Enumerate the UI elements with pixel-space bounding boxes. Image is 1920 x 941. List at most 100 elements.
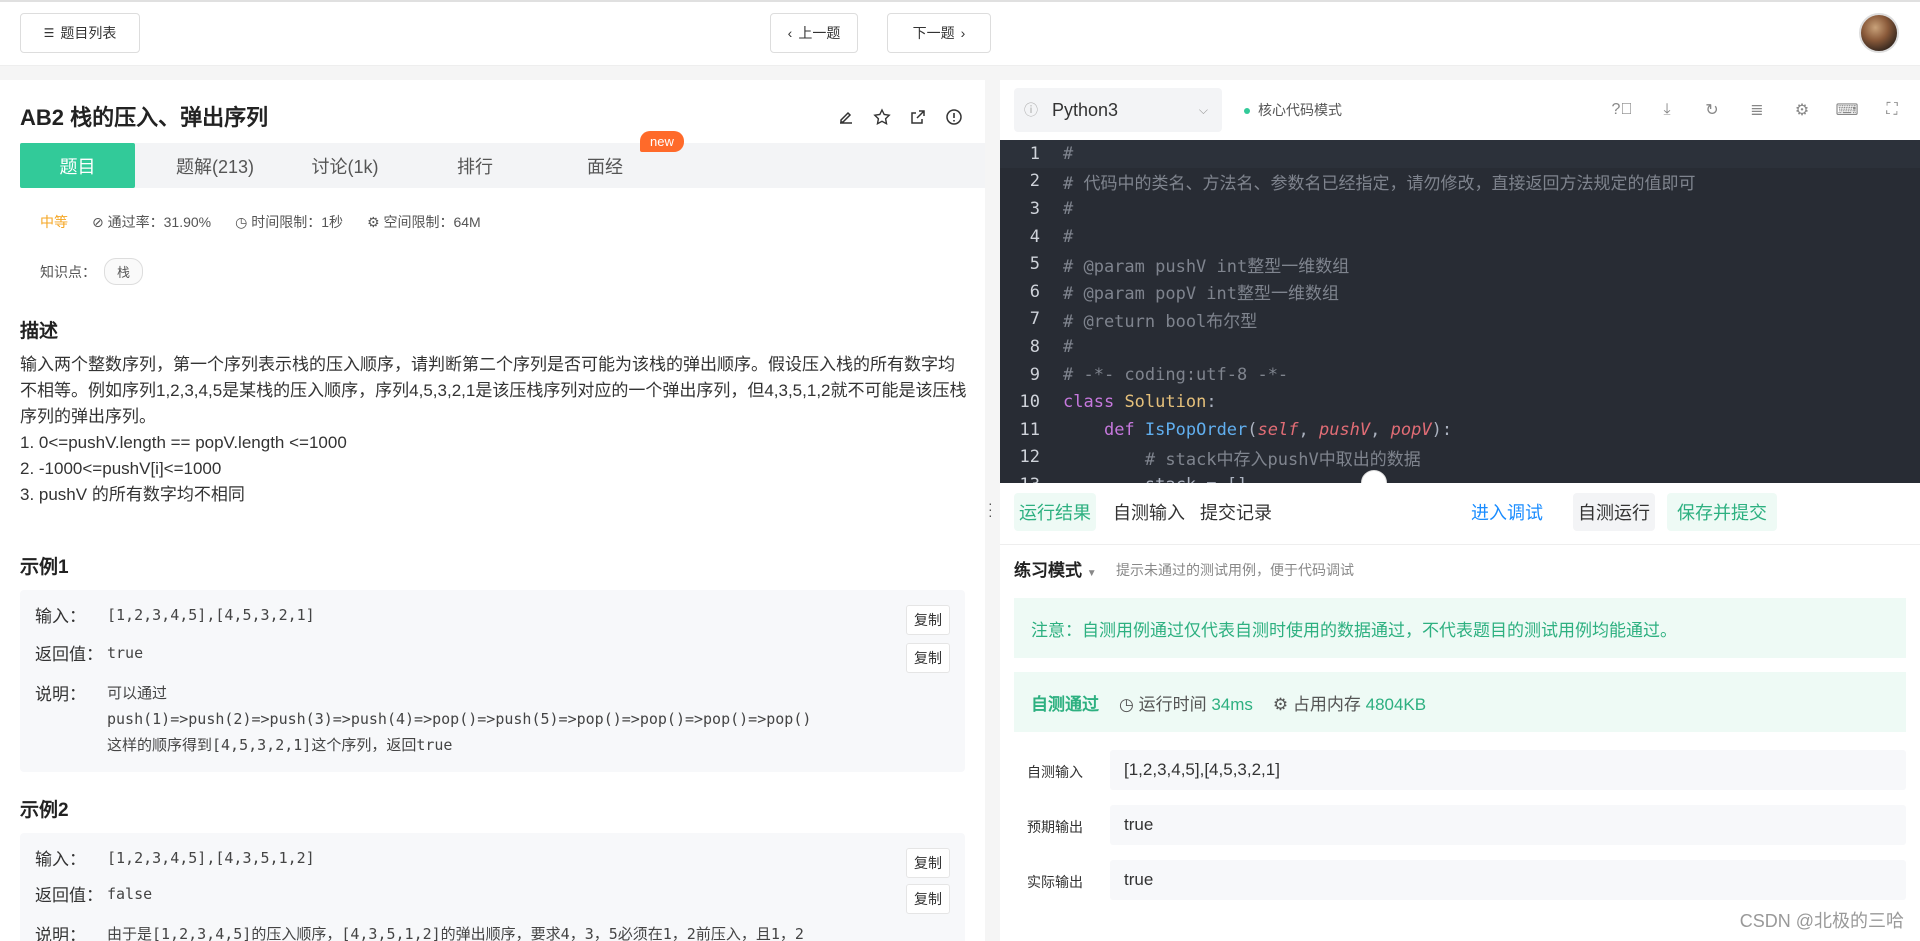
practice-hint: 提示未通过的测试用例，便于代码调试 (1116, 562, 1354, 578)
problem-meta: 中等 ⊘ 通过率：31.90% ◷ 时间限制：1秒 ⚙ 空间限制：64M (40, 212, 481, 232)
tab-self-input[interactable]: 自测输入 (1106, 493, 1192, 531)
clock-icon: ◷ (1119, 694, 1134, 714)
next-problem-button[interactable]: 下一题 › (887, 13, 991, 53)
gear-icon[interactable]: ⚙ (1790, 98, 1814, 122)
example1-return-row: 返回值： true (35, 640, 143, 666)
share-icon[interactable] (907, 106, 929, 128)
line-number: 6 (1029, 281, 1040, 302)
keyword: def (1103, 419, 1135, 440)
keyword: class (1063, 392, 1115, 413)
code-text: # (1063, 198, 1074, 219)
example2-input-row: 输入： [1,2,3,4,5],[4,3,5,1,2] (35, 845, 315, 871)
chip-icon: ⚙ (367, 214, 380, 230)
line-number: 5 (1029, 254, 1040, 275)
copy-button[interactable]: 复制 (906, 643, 950, 673)
example2-input: [1,2,3,4,5],[4,3,5,1,2] (107, 849, 315, 867)
runtime-value: 34ms (1211, 694, 1253, 714)
star-icon[interactable] (871, 106, 893, 128)
knowledge-tag[interactable]: 栈 (104, 258, 144, 285)
example2-return-row: 返回值： false (35, 881, 152, 907)
self-input-value: [1,2,3,4,5],[4,5,3,2,1] (1110, 750, 1906, 790)
debug-button[interactable]: 进入调试 (1452, 493, 1562, 531)
reset-icon[interactable]: ↻ (1700, 98, 1724, 122)
memory-value: 4804KB (1365, 694, 1427, 714)
input-label: 输入： (35, 850, 86, 869)
copy-button[interactable]: 复制 (906, 848, 950, 878)
time-limit-text: 时间限制：1秒 (251, 214, 344, 230)
prev-problem-button[interactable]: ‹ 上一题 (770, 13, 858, 53)
code-text: # @return bool布尔型 (1063, 311, 1258, 332)
editor-header: ⓘ Python3 ⌵ 核心代码模式 ?⃝ ⤓ ↻ ≣ ⚙ ⌨ ⛶ (1000, 80, 1920, 140)
code-text: # (1063, 143, 1074, 164)
copy-button[interactable]: 复制 (906, 884, 950, 914)
tab-ranking[interactable]: 排行 (410, 143, 540, 188)
format-icon[interactable]: ≣ (1745, 98, 1769, 122)
tab-solutions[interactable]: 题解(213) (150, 143, 280, 188)
memory: ⚙ 占用内存 4804KB (1273, 690, 1426, 715)
function-name: IsPopOrder (1144, 419, 1248, 440)
result-tabs: 运行结果 自测输入 提交记录 进入调试 自测运行 保存并提交 (1000, 483, 1920, 545)
code-line: 1 # (1000, 140, 1920, 168)
practice-mode[interactable]: 练习模式 ▼ (1014, 556, 1097, 581)
tab-submissions[interactable]: 提交记录 (1192, 493, 1280, 531)
top-bar: ☰ 题目列表 ‹ 上一题 下一题 › (0, 0, 1920, 66)
result-banner: 自测通过 ◷ 运行时间 34ms ⚙ 占用内存 4804KB (1014, 672, 1906, 732)
punct: ): (1431, 419, 1453, 440)
tab-discussion[interactable]: 讨论(1k) (280, 143, 410, 188)
example1-input-row: 输入： [1,2,3,4,5],[4,5,3,2,1] (35, 602, 315, 628)
code-line: 12 # stack中存入pushV中取出的数据 (1000, 444, 1920, 472)
code-editor[interactable]: 1 # 2 # 代码中的类名、方法名、参数名已经指定，请勿修改，直接返回方法规定的值… (1000, 140, 1920, 483)
code-line: 11 def IsPopOrder(self, pushV, popV): (1000, 416, 1920, 444)
tab-problem[interactable]: 题目 (20, 143, 135, 188)
download-icon[interactable]: ⤓ (1655, 98, 1679, 122)
info-icon[interactable] (943, 106, 965, 128)
help-icon[interactable]: ?⃝ (1610, 98, 1634, 122)
example2-box: 输入： [1,2,3,4,5],[4,3,5,1,2] 复制 返回值： fals… (20, 833, 965, 941)
space-limit-text: 空间限制：64M (383, 214, 481, 230)
param: pushV (1318, 419, 1371, 440)
line-number: 4 (1029, 226, 1040, 247)
code-line: 7 # @return bool布尔型 (1000, 306, 1920, 334)
submit-button[interactable]: 保存并提交 (1667, 493, 1777, 531)
code-line: 13 stack = [] (1000, 471, 1920, 483)
constraint-1: 1. 0<=pushV.length == popV.length <=1000 (20, 433, 347, 452)
punct: , (1370, 419, 1391, 440)
title-actions (835, 106, 965, 128)
drag-handle-icon[interactable]: · · · (988, 496, 993, 522)
description-paragraph: 输入两个整数序列，第一个序列表示栈的压入顺序，请判断第二个序列是否可能为该栈的弹… (20, 355, 967, 426)
code-text: # -*- coding:utf-8 -*- (1063, 364, 1289, 385)
list-icon: ☰ (43, 26, 55, 40)
copy-button[interactable]: 复制 (906, 605, 950, 635)
explain-label: 说明： (35, 926, 86, 941)
line-number: 2 (1029, 171, 1040, 192)
example2-return: false (107, 885, 153, 903)
explain-line: 可以通过 (107, 684, 168, 702)
memory-label: 占用内存 (1292, 694, 1361, 714)
prev-label: 上一题 (798, 25, 841, 41)
chevron-right-icon: › (960, 25, 966, 41)
code-mode: 核心代码模式 (1244, 100, 1342, 120)
code-line: 9 # -*- coding:utf-8 -*- (1000, 361, 1920, 389)
problem-list-button[interactable]: ☰ 题目列表 (20, 13, 140, 53)
line-number: 1 (1029, 143, 1040, 164)
edit-icon[interactable] (835, 106, 857, 128)
new-badge: new (640, 131, 684, 152)
notice-banner: 注意：自测用例通过仅代表自测时使用的数据通过，不代表题目的测试用例均能通过。 (1014, 598, 1906, 658)
panel-splitter[interactable]: · · · (985, 66, 1000, 941)
language-select[interactable]: ⓘ Python3 ⌵ (1014, 88, 1222, 132)
explain-line: 这样的顺序得到[4,5,3,2,1]这个序列，返回true (107, 736, 453, 754)
actual-output-value: true (1110, 860, 1906, 900)
tab-run-result[interactable]: 运行结果 (1014, 493, 1096, 531)
line-number: 8 (1029, 336, 1040, 357)
description-heading: 描述 (20, 321, 59, 342)
line-number: 11 (1019, 419, 1040, 440)
chip-icon: ⚙ (1272, 694, 1289, 714)
avatar[interactable] (1859, 13, 1899, 53)
explain-label: 说明： (35, 685, 86, 704)
example2-heading: 示例2 (20, 800, 69, 821)
run-button[interactable]: 自测运行 (1573, 493, 1655, 531)
fullscreen-icon[interactable]: ⛶ (1880, 98, 1904, 122)
runtime: ◷ 运行时间 34ms (1119, 690, 1253, 715)
keyboard-icon[interactable]: ⌨ (1835, 98, 1859, 122)
expected-output-value: true (1110, 805, 1906, 845)
